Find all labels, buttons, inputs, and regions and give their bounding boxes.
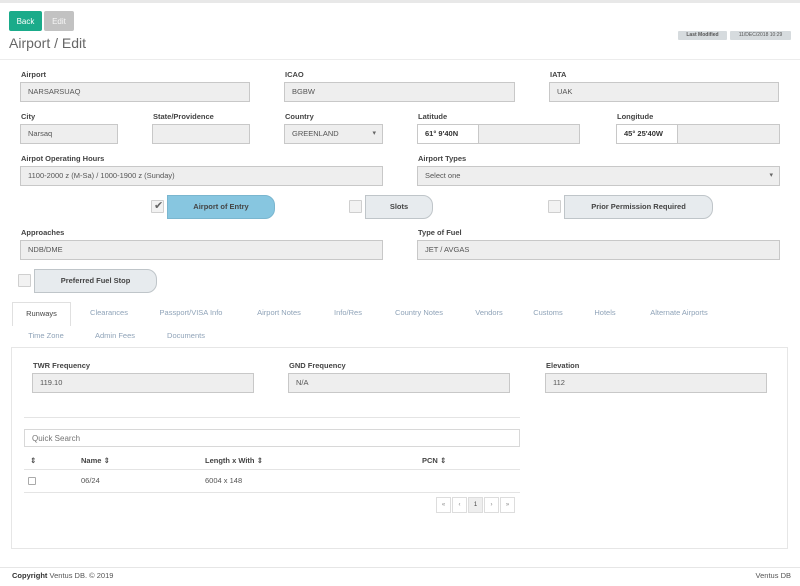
row-checkbox[interactable]	[28, 477, 36, 485]
country-select[interactable]: GREENLAND ▾	[284, 124, 383, 144]
elevation-field[interactable]: 112	[545, 373, 767, 393]
column-pcn-label: PCN	[422, 456, 438, 465]
tab-country-notes[interactable]: Country Notes	[382, 302, 456, 324]
sort-icon: ⇕	[256, 456, 263, 465]
airport-of-entry-checkbox[interactable]: ✔	[151, 200, 164, 213]
state-field[interactable]	[152, 124, 250, 144]
tab-vendors[interactable]: Vendors	[464, 302, 514, 324]
footer-copyright: Copyright Ventus DB. © 2019	[12, 571, 113, 580]
fuel-type-field[interactable]: JET / AVGAS	[417, 240, 780, 260]
column-name-label: Name	[81, 456, 102, 465]
operating-hours-label: Airpot Operating Hours	[21, 154, 105, 163]
tab-passport-visa[interactable]: Passport/VISA Info	[149, 302, 233, 324]
city-field[interactable]: Narsaq	[20, 124, 118, 144]
column-length-header[interactable]: Length x With ⇕	[205, 456, 263, 465]
tab-clearances[interactable]: Clearances	[79, 302, 139, 324]
tab-hotels[interactable]: Hotels	[582, 302, 628, 324]
back-button[interactable]: Back	[9, 11, 42, 31]
last-page-button[interactable]: »	[500, 497, 515, 513]
elevation-label: Elevation	[546, 361, 580, 370]
top-border	[0, 0, 800, 3]
column-name-header[interactable]: Name ⇕	[81, 456, 110, 465]
dropdown-caret-icon: ▾	[372, 130, 376, 137]
airport-types-label: Airport Types	[418, 154, 467, 163]
tab-info-res[interactable]: Info/Res	[323, 302, 373, 324]
country-label: Country	[285, 112, 314, 121]
header-row-divider	[24, 469, 520, 470]
tab-alternate-airports[interactable]: Alternate Airports	[636, 302, 722, 324]
quick-search-input[interactable]	[24, 429, 520, 447]
last-modified-value: 11/DEC/2018 10:29	[730, 31, 791, 40]
page-title: Airport / Edit	[9, 35, 87, 51]
fuel-type-label: Type of Fuel	[418, 228, 462, 237]
page-1-button[interactable]: 1	[468, 497, 483, 513]
dropdown-caret-icon: ▾	[769, 172, 773, 179]
first-page-button[interactable]: «	[436, 497, 451, 513]
longitude-secondary-field[interactable]	[677, 124, 780, 144]
slots-checkbox[interactable]	[349, 200, 362, 213]
airport-of-entry-toggle[interactable]: Airport of Entry	[167, 195, 275, 219]
latitude-secondary-field[interactable]	[478, 124, 580, 144]
twr-frequency-field[interactable]: 119.10	[32, 373, 254, 393]
latitude-field[interactable]: 61° 9'40N	[417, 124, 479, 144]
prev-page-button[interactable]: ‹	[452, 497, 467, 513]
tab-customs[interactable]: Customs	[522, 302, 574, 324]
preferred-fuel-stop-checkbox[interactable]	[18, 274, 31, 287]
gnd-frequency-label: GND Frequency	[289, 361, 346, 370]
next-page-button[interactable]: ›	[484, 497, 499, 513]
icao-label: ICAO	[285, 70, 304, 79]
slots-toggle[interactable]: Slots	[365, 195, 433, 219]
operating-hours-field[interactable]: 1100-2000 z (M-Sa) / 1000-1900 z (Sunday…	[20, 166, 383, 186]
preferred-fuel-stop-toggle[interactable]: Preferred Fuel Stop	[34, 269, 157, 293]
airport-label: Airport	[21, 70, 46, 79]
gnd-frequency-field[interactable]: N/A	[288, 373, 510, 393]
longitude-field[interactable]: 45° 25'40W	[616, 124, 678, 144]
copyright-text: Ventus DB. © 2019	[49, 571, 114, 580]
checkmark-icon: ✔	[154, 200, 164, 212]
table-row-divider	[24, 492, 520, 493]
approaches-field[interactable]: NDB/DME	[20, 240, 383, 260]
runway-name-cell: 06/24	[81, 476, 100, 485]
sort-icon: ⇕	[103, 456, 110, 465]
last-modified-label: Last Modified	[678, 31, 727, 40]
copyright-label: Copyright	[12, 571, 48, 580]
iata-label: IATA	[550, 70, 567, 79]
latitude-label: Latitude	[418, 112, 448, 121]
column-pcn-header[interactable]: PCN ⇕	[422, 456, 446, 465]
tab-runways[interactable]: Runways	[12, 302, 71, 326]
runway-length-cell: 6004 x 148	[205, 476, 243, 485]
approaches-label: Approaches	[21, 228, 65, 237]
header-divider	[0, 59, 800, 60]
prior-permission-toggle[interactable]: Prior Permission Required	[564, 195, 713, 219]
airport-types-select[interactable]: Select one ▾	[417, 166, 780, 186]
select-all-sort-icon[interactable]: ⇕	[30, 456, 36, 465]
footer-divider	[0, 567, 800, 568]
state-label: State/Providence	[153, 112, 214, 121]
icao-field[interactable]: BGBW	[284, 82, 515, 102]
section-divider	[24, 417, 520, 418]
tab-admin-fees[interactable]: Admin Fees	[81, 325, 149, 347]
tab-airport-notes[interactable]: Airport Notes	[243, 302, 315, 324]
airport-types-value: Select one	[425, 171, 461, 180]
iata-field[interactable]: UAK	[549, 82, 779, 102]
longitude-label: Longitude	[617, 112, 654, 121]
column-length-label: Length x With	[205, 456, 255, 465]
footer-brand: Ventus DB	[755, 571, 791, 580]
edit-button[interactable]: Edit	[44, 11, 74, 31]
country-value: GREENLAND	[292, 129, 339, 138]
airport-field[interactable]: NARSARSUAQ	[20, 82, 250, 102]
sort-icon: ⇕	[439, 456, 447, 465]
city-label: City	[21, 112, 36, 121]
twr-frequency-label: TWR Frequency	[33, 361, 91, 370]
tab-documents[interactable]: Documents	[157, 325, 215, 347]
prior-permission-checkbox[interactable]	[548, 200, 561, 213]
tab-time-zone[interactable]: Time Zone	[19, 325, 73, 347]
